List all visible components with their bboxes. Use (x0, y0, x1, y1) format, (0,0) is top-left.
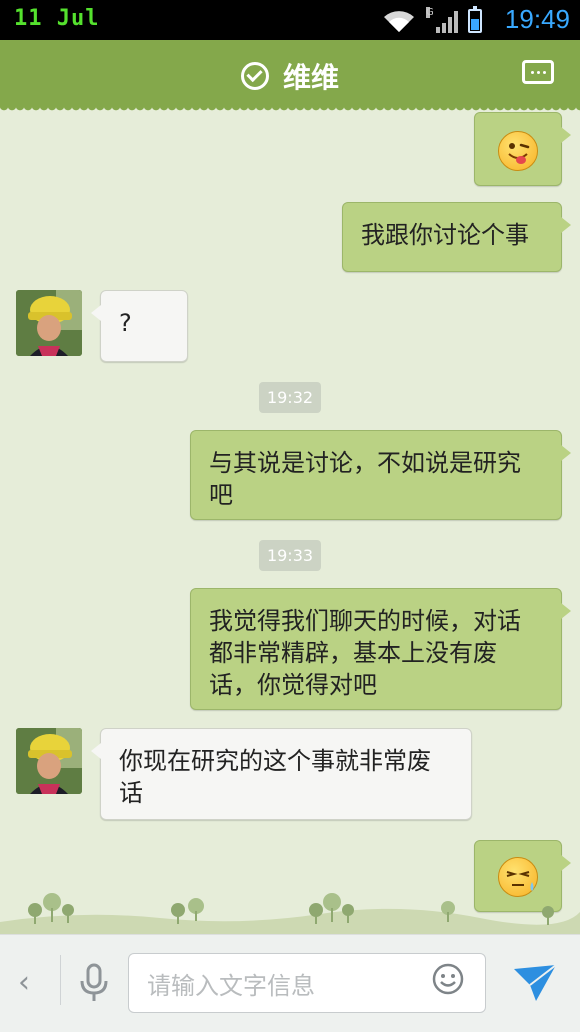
message-outgoing[interactable]: 与其说是讨论，不如说是研究吧 (190, 430, 571, 520)
message-incoming[interactable]: ? (91, 290, 188, 362)
message-text: 我跟你讨论个事 (361, 221, 529, 249)
winking-tongue-emoji-icon (498, 131, 538, 171)
status-bar: 11 Jul G 19:49 (0, 0, 580, 40)
status-icons: G (382, 6, 482, 34)
chat-header: 维维 (0, 40, 580, 112)
chat-title-wrap: 维维 (0, 56, 580, 96)
message-text: 与其说是讨论，不如说是研究吧 (209, 449, 521, 509)
back-chevron-icon[interactable]: ‹ (18, 965, 30, 1000)
message-text: 你现在研究的这个事就非常废话 (119, 747, 431, 807)
battery-icon (468, 6, 482, 33)
chat-area[interactable]: 我跟你讨论个事 ? 19:32 与其说是讨论，不如说是研究吧 19:33 我觉得… (0, 106, 580, 934)
microphone-icon[interactable] (78, 963, 110, 1003)
timestamp-label: 19:33 (258, 540, 322, 571)
divider (60, 955, 61, 1005)
message-incoming[interactable]: 你现在研究的这个事就非常废话 (91, 728, 472, 820)
message-outgoing-emoji[interactable] (474, 112, 571, 186)
timestamp-label: 19:32 (258, 382, 322, 413)
timestamp: 19:32 (0, 382, 580, 413)
network-type: G (426, 7, 434, 18)
check-circle-icon (240, 62, 269, 90)
contact-avatar[interactable] (16, 728, 82, 794)
emoji-button-icon[interactable] (432, 963, 464, 995)
message-outgoing[interactable]: 我跟你讨论个事 (342, 202, 571, 272)
wifi-icon (384, 11, 414, 32)
signal-icon: G (426, 7, 458, 33)
status-time: 19:49 (504, 4, 570, 34)
input-bar: ‹ 请输入文字信息 (0, 934, 580, 1032)
message-outgoing[interactable]: 我觉得我们聊天的时候，对话都非常精辟，基本上没有废话，你觉得对吧 (190, 588, 571, 710)
send-icon[interactable] (512, 963, 558, 1003)
contact-avatar[interactable] (16, 290, 82, 356)
message-input-placeholder: 请输入文字信息 (147, 972, 315, 1000)
message-text: ? (119, 309, 132, 337)
status-date: 11 Jul (14, 6, 100, 31)
scenery-decoration (0, 893, 580, 934)
chat-title: 维维 (282, 61, 339, 94)
timestamp: 19:33 (0, 540, 580, 571)
message-text: 我觉得我们聊天的时候，对话都非常精辟，基本上没有废话，你觉得对吧 (209, 607, 521, 699)
more-options-button[interactable] (522, 60, 554, 84)
